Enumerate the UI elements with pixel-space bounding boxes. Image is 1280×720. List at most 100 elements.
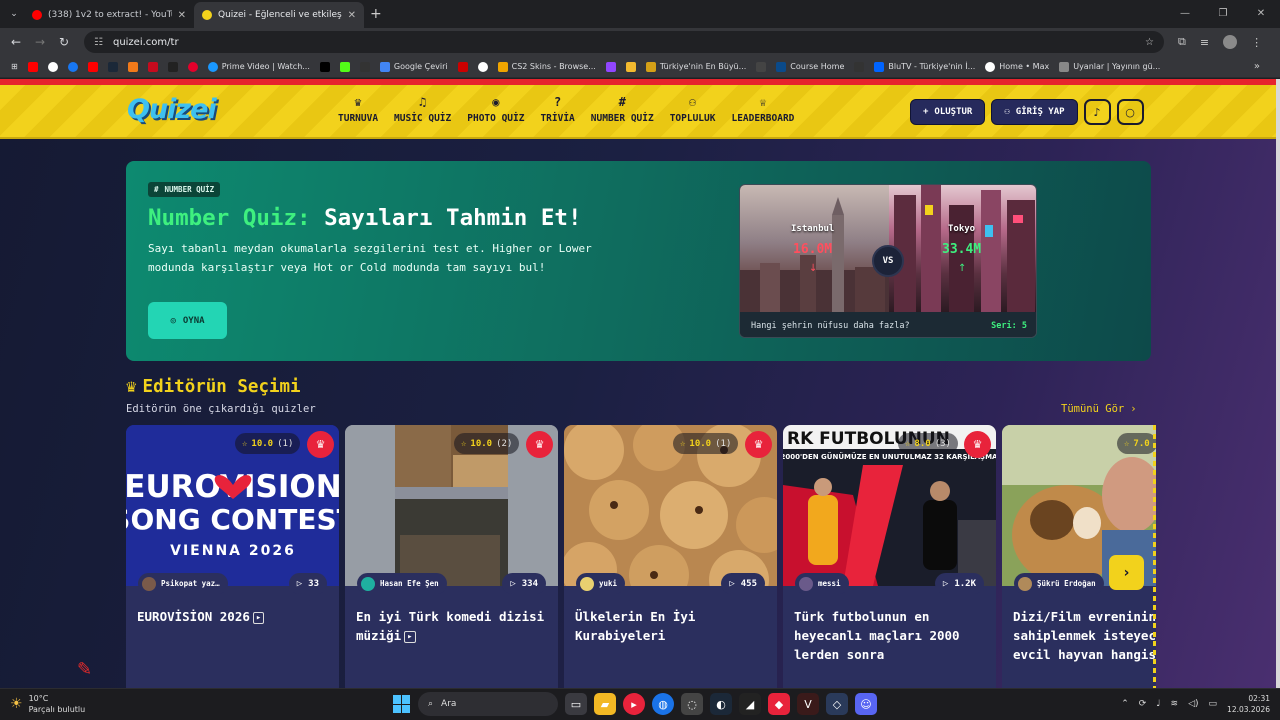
quiz-card[interactable]: ☆ 10.0 (1) ♛ yuki ▷ 455 Ülkelerin En İyi Ku… — [564, 425, 777, 688]
bookmark-youtube-2[interactable] — [85, 61, 101, 72]
sync-icon[interactable]: ⟳ — [1139, 699, 1147, 709]
crown-button[interactable]: ♛ — [964, 431, 991, 458]
site-logo[interactable]: Quizei — [127, 94, 217, 125]
notifications-button[interactable]: ♪ — [1083, 99, 1111, 125]
file-explorer-icon[interactable]: ▰ — [594, 693, 616, 715]
app-icon[interactable]: ◢ — [739, 693, 761, 715]
crown-button[interactable]: ♛ — [307, 431, 334, 458]
card-title[interactable]: EUROVİSİON 2026 ▸ — [137, 607, 332, 626]
bookmark-facebook[interactable] — [65, 61, 81, 72]
bookmark-f[interactable] — [851, 61, 867, 72]
url-field[interactable]: ☷ quizei.com/tr ☆ — [84, 31, 1164, 53]
maximize-button[interactable]: ❐ — [1204, 0, 1242, 28]
start-button[interactable] — [393, 695, 411, 713]
app-icon[interactable]: ◇ — [826, 693, 848, 715]
nav-photo-quiz[interactable]: ◉ PHOTO QUİZ — [459, 95, 532, 124]
forward-button[interactable]: → — [28, 35, 52, 49]
card-title[interactable]: En iyi Türk komedi dizisi müziği ▸ — [356, 607, 551, 645]
app-icon[interactable]: ◆ — [768, 693, 790, 715]
bookmark-prime[interactable]: Prime Video | Watch... — [205, 61, 313, 72]
bookmark-tr[interactable]: Türkiye'nin En Büyü... — [643, 61, 749, 72]
new-tab-button[interactable]: + — [370, 6, 382, 22]
nav-topluluk[interactable]: ⚇ TOPLULUK — [662, 95, 724, 124]
author-chip[interactable]: messi — [795, 573, 849, 594]
discord-icon[interactable]: ☺ — [855, 693, 877, 715]
bookmark-steam[interactable] — [105, 61, 121, 72]
bookmark-course[interactable]: Course Home — [773, 61, 847, 72]
carousel-next-button[interactable]: › — [1109, 555, 1144, 590]
bookmark-star-icon[interactable]: ☆ — [1145, 37, 1154, 48]
nav-turnuva[interactable]: ♛ TURNUVA — [330, 95, 386, 124]
apps-icon[interactable]: ⊞ — [8, 62, 21, 71]
bookmark-twitch[interactable] — [603, 61, 619, 72]
bookmark-google[interactable] — [45, 61, 61, 72]
close-icon[interactable]: ✕ — [178, 10, 186, 21]
bookmark-tcl[interactable] — [165, 61, 181, 72]
weather-widget[interactable]: ☀ 10°C Parçalı bulutlu — [10, 693, 85, 715]
app-icon[interactable]: ◌ — [681, 693, 703, 715]
nav-music-quiz[interactable]: ♫ MUSİC QUİZ — [386, 95, 459, 124]
steam-icon[interactable]: ◐ — [710, 693, 732, 715]
card-title[interactable]: Türk futbolunun en heyecanlı maçları 200… — [794, 607, 989, 664]
reload-button[interactable]: ↻ — [52, 35, 76, 49]
volume-icon[interactable]: ◁) — [1188, 699, 1198, 709]
close-window-button[interactable]: ✕ — [1242, 0, 1280, 28]
search-button[interactable]: ○ — [1116, 99, 1144, 125]
clock[interactable]: 02:31 12.03.2026 — [1227, 693, 1270, 715]
taskbar-search[interactable]: ⌕ Ara — [418, 692, 558, 716]
page-scrollbar[interactable] — [1276, 79, 1280, 688]
bookmark-x[interactable] — [317, 61, 333, 72]
crown-button[interactable]: ♛ — [526, 431, 553, 458]
bookmark-hb[interactable] — [125, 61, 141, 72]
tab-search-icon[interactable]: ⌄ — [4, 4, 24, 24]
mic-icon[interactable]: ♩ — [1156, 699, 1160, 709]
bookmark-uyanlar[interactable]: Uyanlar | Yayının gü... — [1056, 61, 1163, 72]
media-app-icon[interactable]: ▸ — [623, 693, 645, 715]
more-bookmarks-icon[interactable]: » — [1254, 61, 1260, 72]
quiz-card[interactable]: RK FUTBOLUNUN 2000'DEN GÜNÜMÜZE EN UNUTU… — [783, 425, 996, 688]
tab-quizei[interactable]: Quizei - Eğlenceli ve etkileşimli ✕ — [194, 2, 364, 28]
valorant-icon[interactable]: V — [797, 693, 819, 715]
back-button[interactable]: ← — [4, 35, 28, 49]
battery-icon[interactable]: ▭ — [1209, 699, 1218, 709]
task-view-icon[interactable]: ▭ — [565, 693, 587, 715]
quiz-card[interactable]: ☆ 10.0 (2) ♛ Hasan Efe Şen ▷ 334 En iyi Tür… — [345, 425, 558, 688]
chrome-icon[interactable]: ◍ — [652, 693, 674, 715]
bookmark-flag[interactable] — [145, 61, 161, 72]
bookmark-blutv[interactable]: BluTV - Türkiye'nin İ... — [871, 61, 978, 72]
profile-avatar[interactable] — [1223, 35, 1238, 49]
minimize-button[interactable]: — — [1166, 0, 1204, 28]
author-chip[interactable]: Psikopat yaz… — [138, 573, 228, 594]
close-icon[interactable]: ✕ — [348, 10, 356, 21]
wifi-icon[interactable]: ≋ — [1171, 699, 1179, 709]
menu-icon[interactable]: ⋮ — [1251, 36, 1262, 49]
bookmark-translate[interactable]: Google Çeviri — [377, 61, 451, 72]
card-title[interactable]: Dizi/Film evreninin sahiplenmek isteyece… — [1013, 607, 1156, 664]
bookmark-red[interactable] — [185, 61, 201, 72]
quiz-card[interactable]: EUROVISION SONG CONTEST VIENNA 2026 ☆10.… — [126, 425, 339, 688]
author-chip[interactable]: Hasan Efe Şen — [357, 573, 447, 594]
create-button[interactable]: + OLUŞTUR — [910, 99, 986, 125]
see-all-link[interactable]: Tümünü Gör › — [1061, 403, 1137, 415]
chevron-up-icon[interactable]: ⌃ — [1121, 699, 1129, 709]
play-button[interactable]: ◎ OYNA — [148, 302, 227, 339]
extensions-icon[interactable]: ⧉ — [1178, 35, 1186, 49]
bookmark-google2[interactable] — [475, 61, 491, 72]
bookmark-kick[interactable] — [337, 61, 353, 72]
card-title[interactable]: Ülkelerin En İyi Kurabiyeleri — [575, 607, 770, 645]
bookmark-cs2[interactable]: CS2 Skins - Browse... — [495, 61, 599, 72]
author-chip[interactable]: yuki — [576, 573, 626, 594]
bookmark-youtube[interactable] — [25, 61, 41, 72]
nav-number-quiz[interactable]: # NUMBER QUİZ — [583, 95, 662, 124]
tab-youtube[interactable]: (338) 1v2 to extract! - YouTube ✕ — [24, 2, 194, 28]
author-chip[interactable]: Şükrü Erdoğan — [1014, 573, 1104, 594]
nav-trivia[interactable]: ? TRİVİA — [532, 95, 582, 124]
login-button[interactable]: ⚇ GİRİŞ YAP — [991, 99, 1078, 125]
floating-logo-icon[interactable]: ✎ — [77, 659, 99, 683]
bookmark-binance[interactable] — [623, 61, 639, 72]
bookmark-red2[interactable] — [455, 61, 471, 72]
bookmark-max[interactable]: Home • Max — [982, 61, 1052, 72]
nav-leaderboard[interactable]: ♕ LEADERBOARD — [723, 95, 802, 124]
bookmark-other[interactable] — [357, 61, 373, 72]
site-info-icon[interactable]: ☷ — [94, 37, 103, 48]
